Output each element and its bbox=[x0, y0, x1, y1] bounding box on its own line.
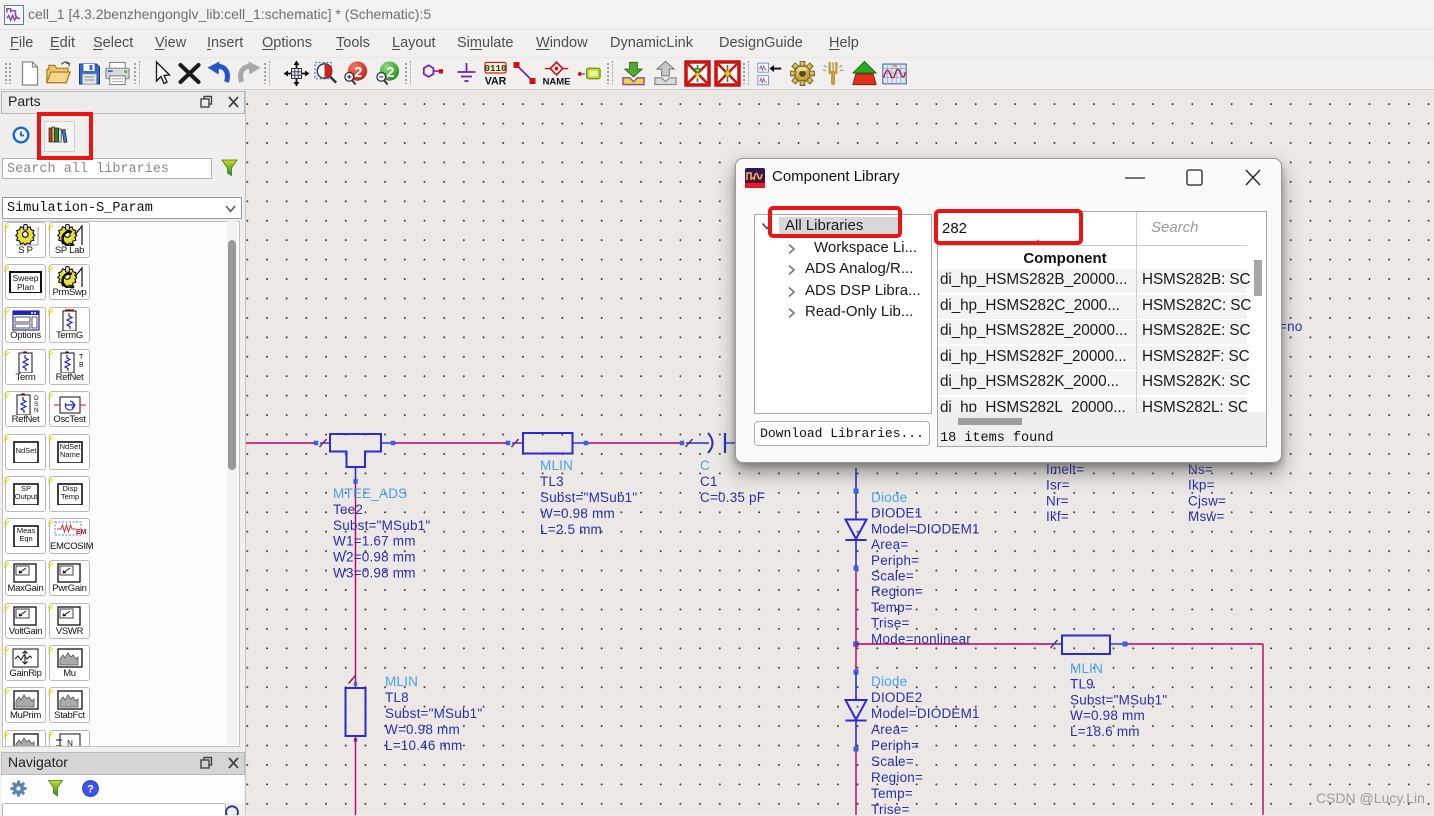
svg-text:Region=: Region= bbox=[871, 584, 923, 599]
svg-text:Scale=: Scale= bbox=[871, 754, 914, 769]
svg-text:Trise=: Trise= bbox=[871, 802, 910, 815]
svg-text:Region=: Region= bbox=[871, 770, 923, 785]
svg-text:T: T bbox=[79, 354, 84, 361]
svg-text:Plan: Plan bbox=[16, 282, 33, 292]
svg-text:MLIN: MLIN bbox=[540, 458, 573, 473]
svg-text:Mode=nonlinear: Mode=nonlinear bbox=[871, 631, 971, 646]
svg-text:Isr=: Isr= bbox=[1046, 478, 1070, 493]
svg-text:C=0.35 pF: C=0.35 pF bbox=[700, 490, 765, 505]
svg-text:Periph=: Periph= bbox=[871, 553, 919, 568]
svg-text:NdSet: NdSet bbox=[15, 446, 37, 455]
svg-text:L=10.46 mm: L=10.46 mm bbox=[385, 738, 462, 753]
svg-text:W1=1.67 mm: W1=1.67 mm bbox=[333, 534, 416, 549]
svg-text:Subst="MSub1": Subst="MSub1" bbox=[385, 706, 482, 721]
svg-text:Name: Name bbox=[59, 450, 79, 459]
svg-text:Diode: Diode bbox=[871, 490, 907, 505]
svg-text:Area=: Area= bbox=[871, 722, 908, 737]
svg-text:TL8: TL8 bbox=[385, 690, 409, 705]
svg-text:Nr=: Nr= bbox=[1046, 493, 1069, 508]
svg-text:Periph=: Periph= bbox=[871, 738, 919, 753]
svg-text:MTEE_ADS: MTEE_ADS bbox=[333, 486, 407, 501]
svg-text:Temp=: Temp= bbox=[871, 786, 913, 801]
svg-text:Cjsw=: Cjsw= bbox=[1188, 493, 1226, 508]
svg-text:Output: Output bbox=[14, 492, 37, 501]
svg-text:DIODE2: DIODE2 bbox=[871, 690, 922, 705]
svg-text:DIODE1: DIODE1 bbox=[871, 506, 922, 521]
svg-text:Area=: Area= bbox=[871, 537, 908, 552]
svg-text:L=18.6 mm: L=18.6 mm bbox=[1070, 724, 1140, 739]
svg-text:Diode: Diode bbox=[871, 674, 907, 689]
svg-text:W=0.98 mm: W=0.98 mm bbox=[540, 506, 615, 521]
svg-text:2: 2 bbox=[354, 65, 362, 81]
svg-text:VAR: VAR bbox=[485, 76, 507, 87]
svg-text:2: 2 bbox=[386, 65, 394, 81]
svg-text:TL9: TL9 bbox=[1070, 677, 1094, 692]
svg-text:Tee2: Tee2 bbox=[333, 502, 363, 517]
svg-text:B: B bbox=[79, 362, 84, 369]
svg-text:0110: 0110 bbox=[485, 63, 507, 74]
svg-text:=no: =no bbox=[1279, 319, 1303, 334]
svg-text:Ns=: Ns= bbox=[1188, 462, 1213, 477]
svg-text:N: N bbox=[67, 739, 73, 747]
svg-text:EM: EM bbox=[76, 529, 87, 536]
svg-text:L=2.5 mm: L=2.5 mm bbox=[540, 522, 602, 537]
svg-text:C1: C1 bbox=[700, 474, 718, 489]
svg-text:W=0.98 mm: W=0.98 mm bbox=[385, 722, 460, 737]
svg-text:N: N bbox=[34, 407, 39, 414]
svg-text:Msw=: Msw= bbox=[1188, 509, 1224, 524]
svg-text:Temp=: Temp= bbox=[871, 600, 913, 615]
svg-text:W3=0.98 mm: W3=0.98 mm bbox=[333, 566, 416, 581]
svg-text:Temp: Temp bbox=[60, 492, 78, 501]
svg-text:Imelt=: Imelt= bbox=[1046, 462, 1084, 477]
svg-text:Model=DIODEM1: Model=DIODEM1 bbox=[871, 521, 980, 536]
svg-text:TL3: TL3 bbox=[540, 474, 564, 489]
svg-text:Trise=: Trise= bbox=[871, 616, 910, 631]
svg-text:MLIN: MLIN bbox=[385, 674, 418, 689]
svg-text:Ikp=: Ikp= bbox=[1188, 478, 1215, 493]
svg-text:Subst="MSub1": Subst="MSub1" bbox=[333, 518, 430, 533]
svg-text:NAME: NAME bbox=[543, 77, 570, 87]
svg-text:Scale=: Scale= bbox=[871, 569, 914, 584]
svg-text:Subst="MSub1": Subst="MSub1" bbox=[1070, 692, 1167, 707]
svg-text:W=0.98 mm: W=0.98 mm bbox=[1070, 708, 1145, 723]
svg-text:MLIN: MLIN bbox=[1070, 661, 1103, 676]
svg-text:Eqn: Eqn bbox=[19, 534, 32, 543]
svg-text:?: ? bbox=[87, 784, 94, 796]
svg-text:W2=0.98 mm: W2=0.98 mm bbox=[333, 550, 416, 565]
svg-text:Ikf=: Ikf= bbox=[1046, 509, 1069, 524]
svg-text:Subst="MSub1": Subst="MSub1" bbox=[540, 490, 637, 505]
svg-text:C: C bbox=[700, 458, 710, 473]
svg-text:Model=DIODEM1: Model=DIODEM1 bbox=[871, 706, 980, 721]
